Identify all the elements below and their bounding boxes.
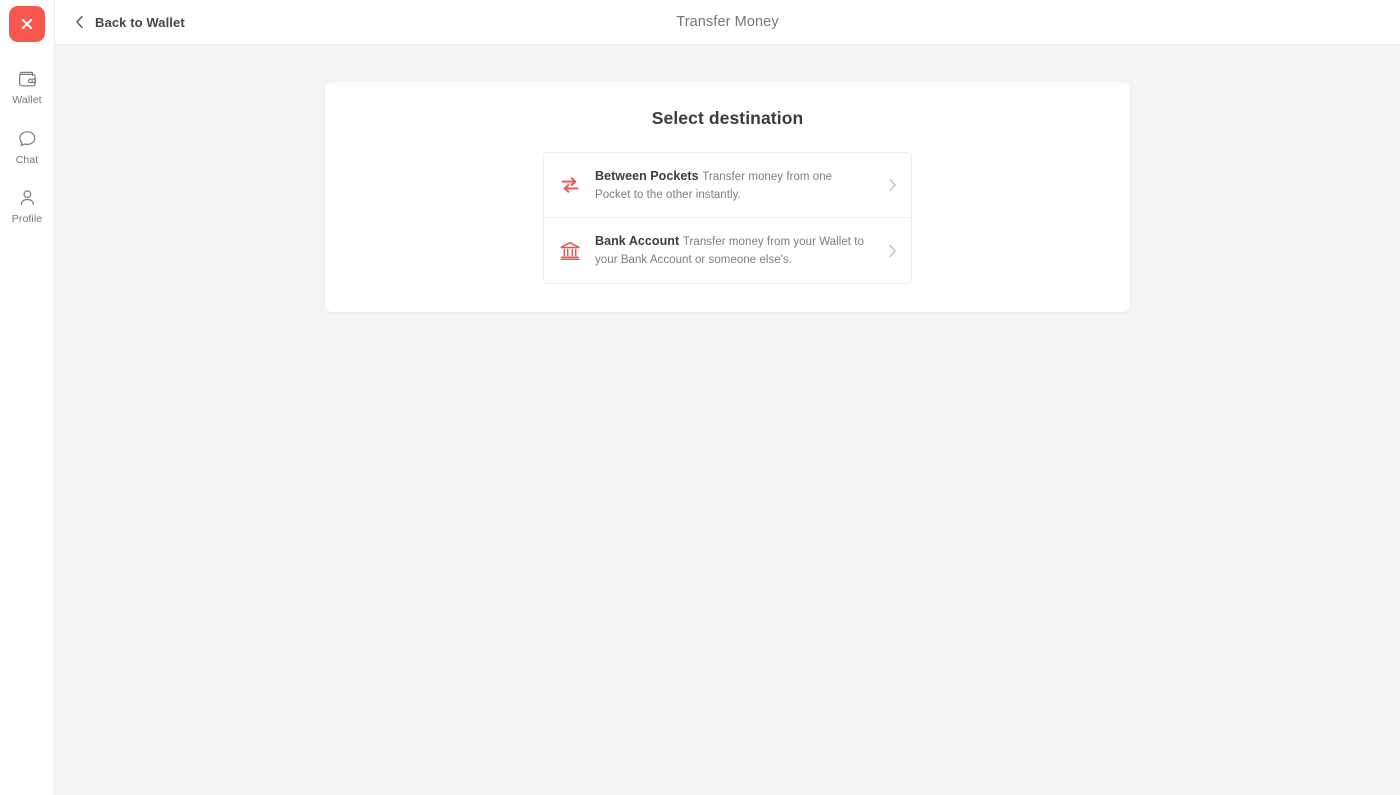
chevron-right-icon	[887, 244, 897, 258]
content-area: Select destination Between Pockets Trans…	[55, 45, 1400, 795]
chevron-left-icon	[73, 15, 85, 29]
page-title: Transfer Money	[676, 14, 779, 30]
option-between-pockets[interactable]: Between Pockets Transfer money from one …	[544, 153, 911, 218]
sidebar-item-wallet[interactable]: Wallet	[0, 68, 55, 106]
bank-building-icon	[558, 239, 582, 263]
option-bank-account[interactable]: Bank Account Transfer money from your Wa…	[544, 217, 911, 283]
close-x-icon	[19, 16, 35, 32]
main-area: Back to Wallet Transfer Money Select des…	[55, 0, 1400, 795]
sidebar: Wallet Chat Profile	[0, 0, 55, 795]
wallet-icon	[16, 68, 38, 90]
transfer-arrows-icon	[558, 173, 582, 197]
select-destination-panel: Select destination Between Pockets Trans…	[325, 82, 1130, 312]
panel-title: Select destination	[651, 108, 804, 128]
sidebar-item-label: Chat	[15, 153, 39, 166]
back-to-wallet-button[interactable]: Back to Wallet	[73, 15, 185, 30]
app-root: Wallet Chat Profile Back to Wallet Trans…	[0, 0, 1400, 795]
back-to-wallet-label: Back to Wallet	[95, 14, 185, 30]
person-icon	[16, 187, 38, 209]
sidebar-item-label: Wallet	[12, 94, 42, 106]
chevron-right-icon	[887, 178, 897, 192]
sidebar-item-chat[interactable]: Chat	[0, 128, 55, 166]
option-text: Between Pockets Transfer money from one …	[595, 167, 866, 203]
chat-bubble-icon	[16, 128, 38, 150]
option-title: Between Pockets	[595, 169, 699, 183]
option-title: Bank Account	[595, 234, 680, 249]
option-text: Bank Account Transfer money from your Wa…	[595, 232, 866, 268]
sidebar-item-profile[interactable]: Profile	[0, 187, 55, 225]
sidebar-item-label: Profile	[11, 213, 43, 225]
destination-option-list: Between Pockets Transfer money from one …	[543, 152, 912, 284]
close-button[interactable]	[9, 6, 45, 42]
top-bar: Back to Wallet Transfer Money	[55, 0, 1400, 45]
